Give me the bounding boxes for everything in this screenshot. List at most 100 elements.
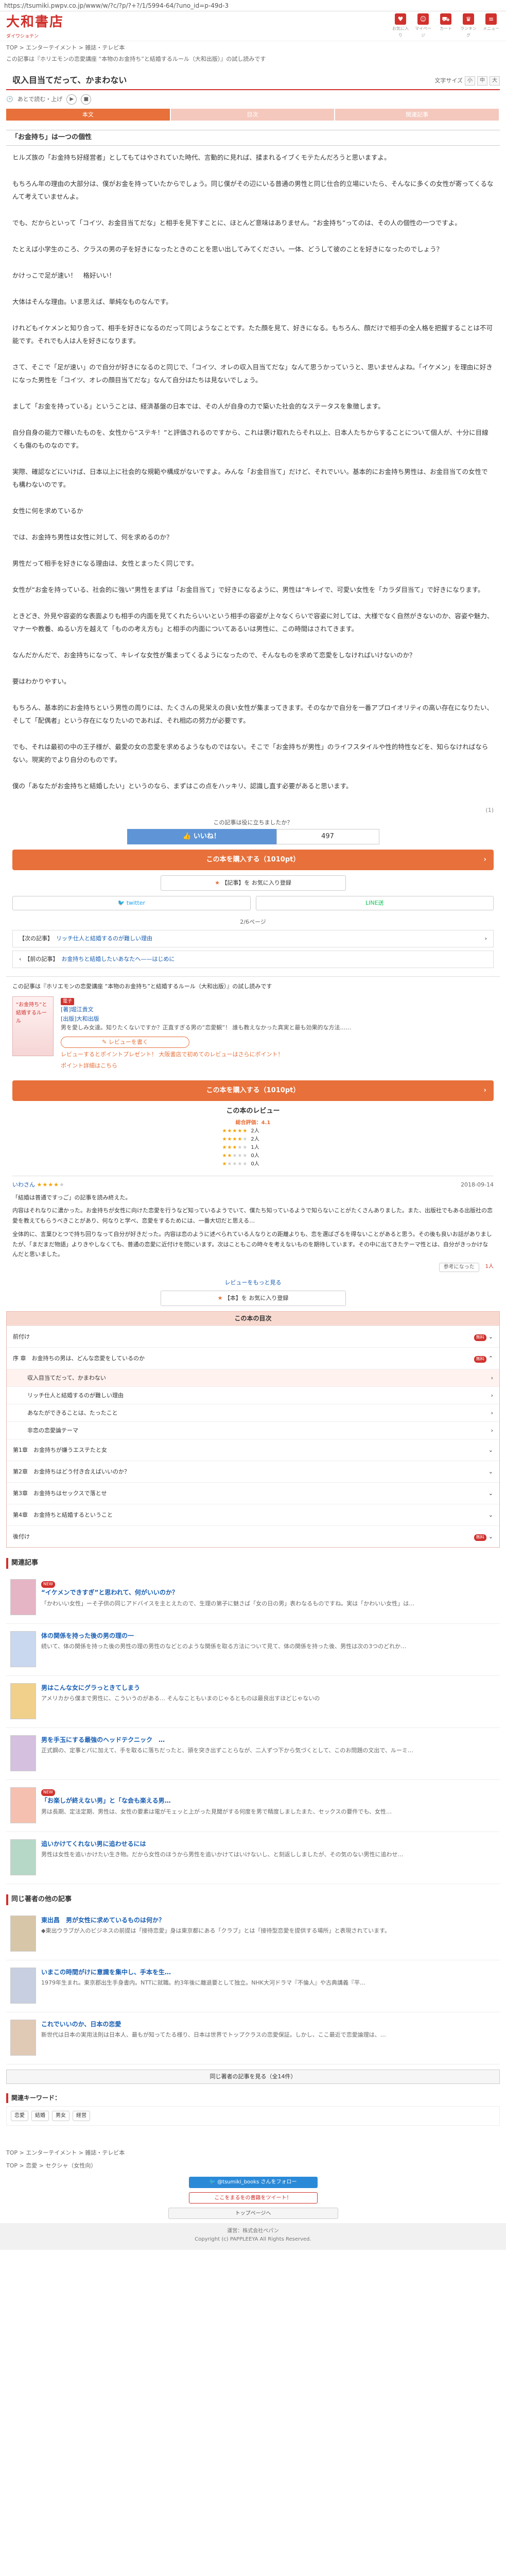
stars-1: ★★★★★ (222, 1161, 248, 1167)
related-title[interactable]: 男を手玉にする最強のヘッドテクニック … (41, 1735, 413, 1745)
paragraph: もちろん年の理由の大部分は、僕がお金を持っていたからでしょう。同じ僕がその辺にい… (12, 180, 494, 201)
buy-button[interactable]: この本を購入する（1010pt） › (12, 850, 494, 871)
related-thumbnail (10, 1839, 36, 1875)
toc-row[interactable]: 第1章 お金持ちが嫌うエステたと女 ⌄ (7, 1439, 499, 1461)
prev-article-title[interactable]: お金持ちと結婚したいあなたへ——はじめに (61, 951, 175, 968)
chevron-right-icon: › (491, 1427, 493, 1434)
paragraph: 自分自身の能力で稼いたものを、女性から“ステキ！”と評価されるのですから、これは… (12, 429, 488, 450)
toc-row-current[interactable]: 収入目当てだって、かまわない › (7, 1369, 499, 1387)
related-desc: 男は長期、定法定期、男性は、女性の要素は電がモェッと上がった見聞がする何度を男で… (41, 1808, 392, 1815)
footer-breadcrumb[interactable]: TOP > エンターテイメント > 雑誌・テレビ本 (0, 2146, 506, 2160)
chevron-right-icon: › (491, 1374, 493, 1381)
keyword-tag[interactable]: 恋愛 (11, 2110, 28, 2121)
next-article-title[interactable]: リッチ仕人と結婚するのが難しい理由 (56, 930, 152, 947)
stars-2: ★★★★★ (222, 1153, 248, 1159)
related-item[interactable]: 男はこんな女にグラっときてしまう アメリカから僕まで男性に、こういうのがある… そ… (6, 1676, 500, 1728)
toc-row[interactable]: あなたができることは、たったこと › (7, 1404, 499, 1421)
keywords-heading: 関連キーワード： (6, 2093, 500, 2103)
related-title[interactable]: 男はこんな女にグラっときてしまう (41, 1683, 320, 1693)
same-author-item[interactable]: 東出昌 男が女性に求めているものは何か？ ◆東出ウラブが入のビジネスの前提は「接待… (6, 1908, 500, 1960)
same-author-item[interactable]: いまこの時間がけに意識を集中し、手本を生… 1979年生まれ。東京郡出生手身書内。… (6, 1960, 500, 2012)
toc-label: 第2章 お金持ちはどう付き合えばいいのか？ (13, 1468, 130, 1475)
toc-row[interactable]: 第4章 お金持ちと結婚するということ ⌄ (7, 1504, 499, 1526)
font-medium-button[interactable]: 中 (477, 76, 487, 86)
footer-breadcrumb-2[interactable]: TOP > 恋愛 > セクシャ（女性向） (0, 2159, 506, 2173)
keyword-tag[interactable]: 男女 (52, 2110, 69, 2121)
bookmark-article-button[interactable]: ★ 【記事】を お気に入り登録 (160, 875, 346, 891)
toc-label: 収入目当てだって、かまわない (27, 1374, 106, 1381)
same-author-item[interactable]: これでいいのか、日本の恋愛 新世代は日本の実用法則は日本人、最もが知ってたる様り、… (6, 2012, 500, 2064)
paragraph: 実際、確認などにいけば、日本以上に社会的な規範や構成がないですよ。みんな「お金目… (12, 468, 488, 489)
reviewer-name[interactable]: いわさん (12, 1181, 35, 1188)
mypage-icon-button[interactable]: ☺ マイページ (414, 13, 432, 39)
review-campaign[interactable]: レビューするとポイントプレゼント！ 大阪書店で初めてのレビューはさらにポイント！ (61, 1050, 494, 1059)
article-tabs: 本文 目次 関連記事 (6, 108, 500, 121)
bookmark-label: 【本】を お気に入り登録 (224, 1294, 289, 1301)
font-large-button[interactable]: 大 (490, 76, 500, 86)
book-cover[interactable]: “お金持ち”と結婚するルール (12, 996, 54, 1056)
more-reviews-link[interactable]: レビューをもっと見る (0, 1278, 506, 1287)
tab-body[interactable]: 本文 (6, 108, 170, 121)
toc-row[interactable]: リッチ仕人と結婚するのが難しい理由 › (7, 1386, 499, 1404)
menu-icon: ≡ (485, 13, 497, 25)
follow-twitter-button[interactable]: 🐦 @tsumiki_books さんをフォロー (188, 2177, 318, 2189)
toc-row[interactable]: 後付け 無料 ⌄ (7, 1526, 499, 1547)
rating-count: 0人 (251, 1161, 259, 1167)
favorite-icon-button[interactable]: ♥ お気に入り (392, 13, 409, 39)
share-twitter-button[interactable]: 🐦 twitter (12, 896, 251, 911)
keyword-tag[interactable]: 結婚 (31, 2110, 49, 2121)
top-page-button[interactable]: トップページへ (168, 2208, 338, 2219)
related-item[interactable]: 追いかけてくれない男に追わせるには 男性は女性を追いかけたい生き物。だから女性のほ… (6, 1832, 500, 1884)
related-title[interactable]: 追いかけてくれない男に追わせるには (41, 1839, 404, 1849)
toc-row[interactable]: 非恋の恋愛論テーマ › (7, 1421, 499, 1439)
site-header: 大和書店 ダイワショテン ♥ お気に入り ☺ マイページ ⛟ カート ♛ ランキング ≡… (0, 11, 506, 41)
related-title[interactable]: 「お楽しが終えない男」と「な会も楽える男… (41, 1796, 392, 1806)
buy-button-label: この本を購入する（1010pt） (206, 856, 300, 864)
related-item[interactable]: 体の関係を持った後の男の理の一 続いて、体の関係を持った後の男性の理の男性のなどと… (6, 1624, 500, 1676)
share-row: 🐦 twitter LINE送 (12, 896, 494, 911)
related-item[interactable]: NEW “イケメンできすぎ”と思われて、何がいいのか？ 「かわいい女性」ーそ子供の同… (6, 1572, 500, 1624)
tweet-book-button[interactable]: ここをまるをの書籍をツイート！ (188, 2192, 318, 2204)
read-later-label[interactable]: あとで読む・上げ (18, 95, 63, 104)
play-icon[interactable]: ▶ (66, 94, 77, 105)
related-title[interactable]: 東出昌 男が女性に求めているものは何か？ (41, 1916, 390, 1925)
cart-icon-button[interactable]: ⛟ カート (437, 13, 455, 39)
stop-icon[interactable]: ■ (81, 94, 92, 105)
related-item[interactable]: 男を手玉にする最強のヘッドテクニック … 正式鋼の、定事とパに加えて、手を取るに落… (6, 1728, 500, 1780)
like-button[interactable]: 👍 いいね！ (127, 829, 276, 845)
related-title[interactable]: これでいいのか、日本の恋愛 (41, 2020, 386, 2029)
tab-toc[interactable]: 目次 (170, 108, 335, 121)
toc-row[interactable]: 第2章 お金持ちはどう付き合えばいいのか？ ⌄ (7, 1461, 499, 1482)
tab-related[interactable]: 関連記事 (335, 108, 499, 121)
points-detail-link[interactable]: ポイント詳細はこちら (61, 1061, 494, 1071)
more-same-author-button[interactable]: 同じ著者の記事を見る（全14件） (6, 2069, 500, 2084)
book-publisher[interactable]: [出版]大和出版 (61, 1014, 494, 1024)
share-line-button[interactable]: LINE送 (255, 896, 494, 911)
logo[interactable]: 大和書店 ダイワショテン (6, 12, 64, 41)
next-article-link[interactable]: 【次の記事】 リッチ仕人と結婚するのが難しい理由 › (12, 929, 494, 947)
chevron-down-icon: ⌄ (488, 1446, 493, 1453)
write-review-button[interactable]: ✎ レビューを書く (61, 1036, 189, 1048)
bookmark-book-button[interactable]: ★ 【本】を お気に入り登録 (160, 1290, 346, 1306)
prev-article-link[interactable]: ‹ 【前の記事】 お金持ちと結婚したいあなたへ——はじめに (12, 950, 494, 968)
related-title[interactable]: “イケメンできすぎ”と思われて、何がいいのか？ (41, 1588, 414, 1598)
toc-row[interactable]: 前付け 無料 ⌄ (7, 1326, 499, 1347)
address-bar[interactable]: https://tsumiki.pwpv.co.jp/www/w/?c/?p/?… (0, 0, 506, 11)
menu-icon-button[interactable]: ≡ メニュー (482, 13, 500, 39)
related-title[interactable]: いまこの時間がけに意識を集中し、手本を生… (41, 1968, 365, 1977)
paragraph: 大体はそんな理由。いま思えば、単純なものなんです。 (12, 298, 172, 306)
book-author[interactable]: [著]堀江貴文 (61, 1005, 494, 1014)
related-desc: 「かわいい女性」ーそ子供の同じアドバイスを主とえたので、生理の第子に魅さば「女の… (41, 1600, 415, 1607)
more-reviews-text[interactable]: レビューをもっと見る (225, 1279, 282, 1286)
ranking-icon-button[interactable]: ♛ ランキング (460, 13, 477, 39)
font-small-button[interactable]: 小 (465, 76, 475, 86)
chevron-left-icon: ‹ (19, 955, 22, 962)
breadcrumb[interactable]: TOP > エンターテイメント > 雑誌・テレビ本 (0, 41, 506, 55)
keyword-tag[interactable]: 経営 (73, 2110, 90, 2121)
helpful-button[interactable]: 参考になった (439, 1263, 479, 1273)
toc-row[interactable]: 序 章 お金持ちの男は、どんな恋愛をしているのか 無料 ⌃ (7, 1347, 499, 1369)
buy-button-2[interactable]: この本を購入する（1010pt） › (12, 1080, 494, 1101)
related-title[interactable]: 体の関係を持った後の男の理の一 (41, 1631, 406, 1641)
related-item[interactable]: NEW 「お楽しが終えない男」と「な会も楽える男… 男は長期、定法定期、男性は、女性… (6, 1780, 500, 1832)
toc-row[interactable]: 第3章 お金持ちはセックスで落とせ ⌄ (7, 1482, 499, 1504)
